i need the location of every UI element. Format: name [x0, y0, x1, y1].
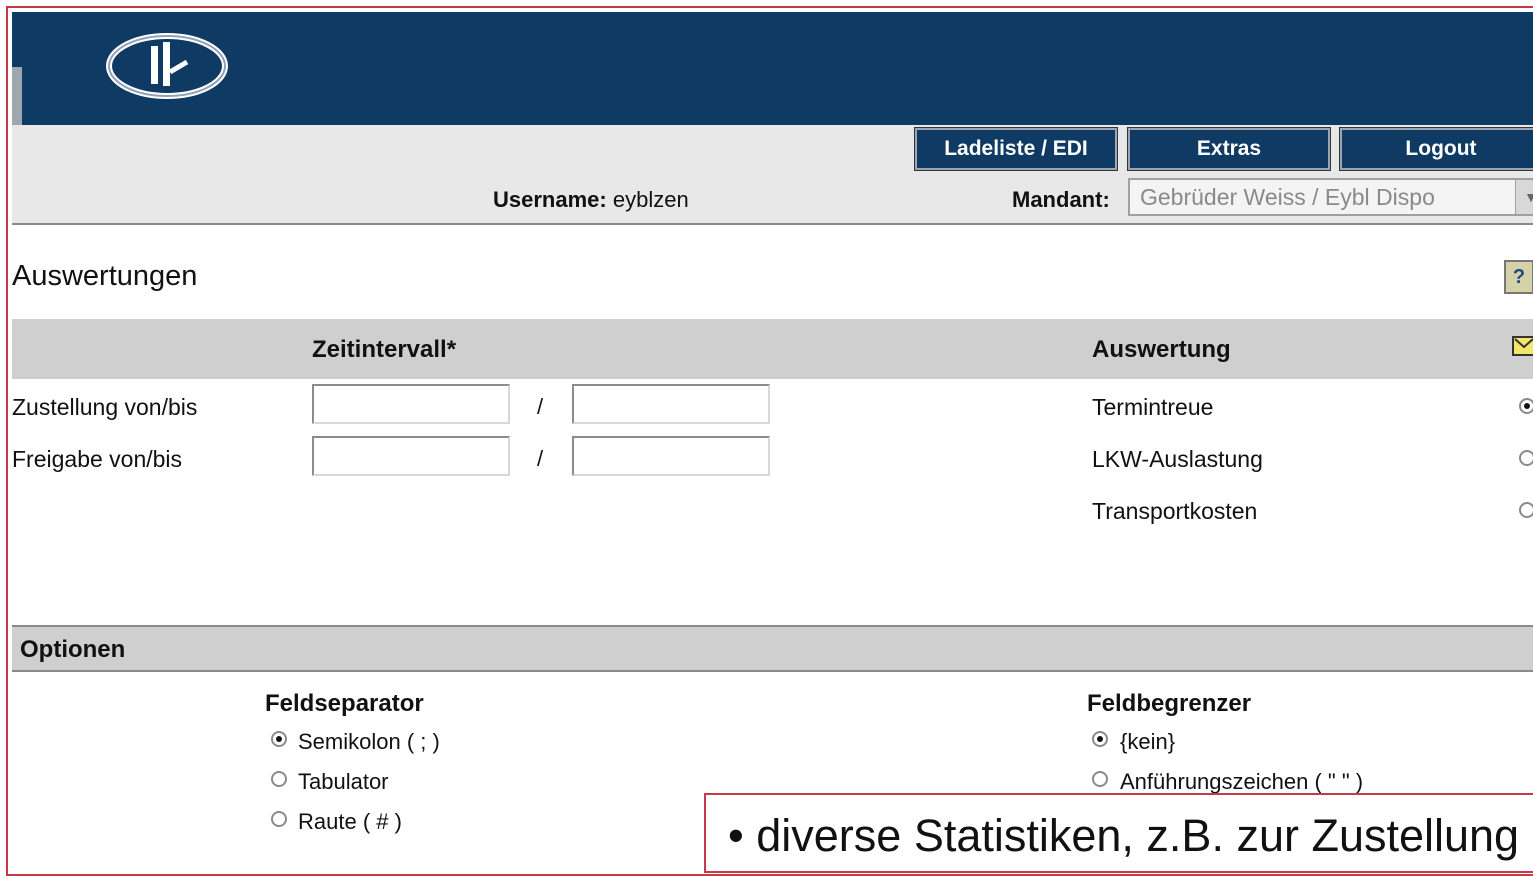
freigabe-to-input[interactable]	[572, 436, 770, 476]
mail-icon[interactable]	[1512, 336, 1533, 356]
termintreue-radio[interactable]	[1519, 398, 1533, 414]
kein-label: {kein}	[1120, 729, 1176, 754]
auswertung-option-termintreue: Termintreue	[1092, 394, 1214, 420]
criteria-header-bar: Zeitintervall* Auswertung	[12, 319, 1533, 379]
page-title: Auswertungen	[12, 260, 198, 292]
freigabe-label: Freigabe von/bis	[12, 446, 183, 472]
zustellung-to-input[interactable]	[572, 384, 770, 424]
transportkosten-radio[interactable]	[1519, 502, 1533, 518]
extras-button[interactable]: Extras	[1127, 127, 1331, 171]
auswertung-option-lkw-auslastung: LKW-Auslastung	[1092, 446, 1263, 472]
callout-text: • diverse Statistiken, z.B. zur Zustellu…	[728, 810, 1520, 861]
username-display: Username: eyblzen	[493, 187, 689, 213]
optionen-header-bar: Optionen	[12, 625, 1533, 672]
logout-button[interactable]: Logout	[1339, 127, 1533, 171]
username-label: Username:	[493, 187, 607, 212]
zustellung-label: Zustellung von/bis	[12, 394, 198, 420]
zeitintervall-heading: Zeitintervall*	[312, 336, 457, 363]
raute-label: Raute ( # )	[298, 809, 402, 834]
feldbegrenzer-heading: Feldbegrenzer	[1087, 690, 1252, 717]
optionen-heading: Optionen	[20, 636, 126, 663]
mandant-value: Gebrüder Weiss / Eybl Dispo	[1140, 184, 1435, 210]
app-header	[12, 12, 1533, 125]
zustellung-from-input[interactable]	[312, 384, 510, 424]
web-page: Ladeliste / EDI Extras Logout Username: …	[12, 12, 1533, 864]
chevron-down-icon[interactable]: ▼	[1515, 180, 1533, 214]
anfuehrungszeichen-radio[interactable]	[1092, 771, 1108, 787]
logo-icon	[106, 33, 228, 99]
tabulator-label: Tabulator	[298, 769, 389, 794]
username-value: eyblzen	[612, 187, 689, 212]
lkw-auslastung-radio[interactable]	[1519, 450, 1533, 466]
auswertung-heading: Auswertung	[1092, 336, 1231, 363]
tabulator-radio[interactable]	[271, 771, 287, 787]
freigabe-separator: /	[537, 446, 544, 471]
anfuehrungszeichen-label: Anführungszeichen ( " " )	[1120, 769, 1364, 794]
callout-box: • diverse Statistiken, z.B. zur Zustellu…	[704, 793, 1533, 873]
left-strip	[12, 67, 22, 125]
toolbar: Ladeliste / EDI Extras Logout Username: …	[12, 125, 1533, 225]
feldseparator-heading: Feldseparator	[265, 690, 424, 717]
auswertung-option-transportkosten: Transportkosten	[1092, 498, 1258, 524]
ladeliste-edi-button[interactable]: Ladeliste / EDI	[914, 127, 1118, 171]
raute-radio[interactable]	[271, 811, 287, 827]
kein-radio[interactable]	[1092, 731, 1108, 747]
freigabe-from-input[interactable]	[312, 436, 510, 476]
semikolon-radio[interactable]	[271, 731, 287, 747]
semikolon-label: Semikolon ( ; )	[298, 729, 440, 754]
mandant-select[interactable]: Gebrüder Weiss / Eybl Dispo ▼	[1128, 178, 1533, 216]
help-icon[interactable]: ?	[1504, 260, 1533, 294]
mandant-label: Mandant:	[1012, 187, 1110, 212]
zustellung-separator: /	[537, 394, 544, 419]
